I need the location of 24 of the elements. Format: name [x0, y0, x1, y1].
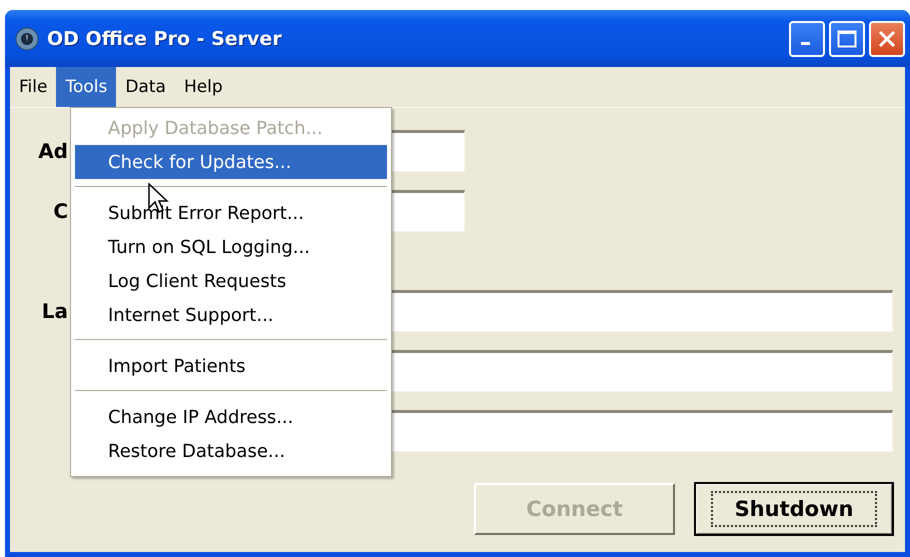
field-label: Ad [37, 139, 68, 163]
menu-item[interactable]: Check for Updates... [75, 145, 387, 179]
menu-bar-item[interactable]: File [10, 67, 56, 107]
app-icon [15, 26, 39, 50]
maximize-icon [837, 30, 857, 48]
menu-bar-item[interactable]: Help [174, 67, 232, 107]
minimize-icon [800, 42, 810, 45]
close-icon [877, 28, 897, 48]
menu-bar-item[interactable]: Tools [56, 67, 116, 107]
window-title: OD Office Pro - Server [47, 28, 283, 50]
field-label: La [40, 299, 68, 323]
minimize-button[interactable] [789, 20, 825, 56]
menu-bar-item[interactable]: Data [116, 67, 175, 107]
menu-item[interactable]: Turn on SQL Logging... [75, 230, 387, 264]
menu-item[interactable]: Log Client Requests [75, 264, 387, 298]
menu-item[interactable]: Import Patients [75, 349, 387, 383]
menu-item[interactable]: Submit Error Report... [75, 196, 387, 230]
menu-item[interactable]: Restore Database... [75, 434, 387, 468]
field-label: C [52, 199, 68, 223]
menu-item[interactable]: Change IP Address... [75, 400, 387, 434]
action-button[interactable]: Shutdown [695, 483, 893, 535]
menu-item[interactable]: Internet Support... [75, 298, 387, 332]
maximize-button[interactable] [829, 20, 865, 56]
close-button[interactable] [869, 20, 905, 56]
